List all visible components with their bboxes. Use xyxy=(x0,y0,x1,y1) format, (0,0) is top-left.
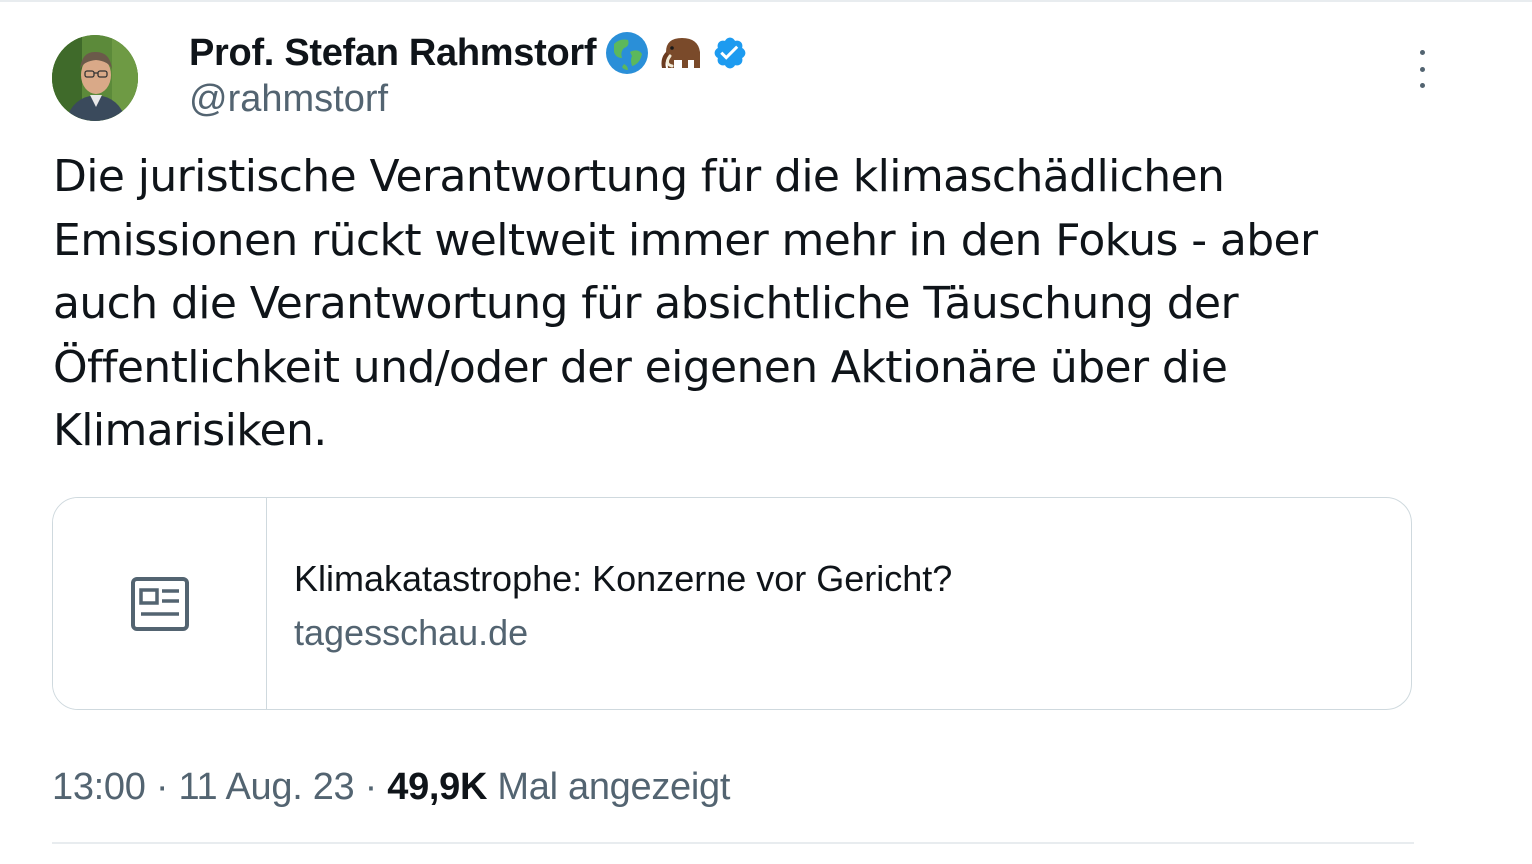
tweet-date[interactable]: 11 Aug. 23 xyxy=(178,766,354,808)
author-handle[interactable]: @rahmstorf xyxy=(189,78,388,121)
mammoth-icon xyxy=(658,30,704,76)
views-count: 49,9K xyxy=(387,766,488,808)
views-label: Mal angezeigt xyxy=(487,766,731,808)
avatar[interactable] xyxy=(52,35,138,121)
tweet-text-line: Die juristische Verantwortung für die kl… xyxy=(53,151,1225,202)
meta-separator: · xyxy=(145,766,179,808)
tweet-text: Die juristische Verantwortung für die kl… xyxy=(53,145,1453,463)
tweet-time[interactable]: 13:00 xyxy=(52,766,146,808)
more-dot xyxy=(1419,83,1425,88)
tweet-text-line: Klimarisiken. xyxy=(53,405,327,456)
tweet-text-line: Öffentlichkeit und/oder der eigenen Akti… xyxy=(53,341,1228,393)
avatar-image xyxy=(52,35,138,121)
more-options-icon[interactable] xyxy=(1404,50,1440,88)
author-name-row[interactable]: Prof. Stefan Rahmstorf xyxy=(189,28,748,78)
link-card-domain[interactable]: tagesschau.de xyxy=(294,604,952,662)
meta-separator: · xyxy=(354,766,388,808)
tweet-detail-page: Prof. Stefan Rahmstorf @rahmstorf Die ju… xyxy=(0,0,1532,864)
link-card-info: Klimakatastrophe: Konzerne vor Gericht? … xyxy=(267,498,952,709)
news-article-icon xyxy=(130,576,189,631)
bottom-divider xyxy=(52,842,1414,844)
more-dot xyxy=(1419,50,1425,55)
link-preview-card[interactable]: Klimakatastrophe: Konzerne vor Gericht? … xyxy=(52,497,1412,710)
tweet-text-line: Emissionen rückt weltweit immer mehr in … xyxy=(53,214,1318,266)
link-card-thumbnail xyxy=(53,498,267,709)
more-dot xyxy=(1419,66,1425,72)
verified-badge-icon[interactable] xyxy=(712,35,748,71)
globe-icon xyxy=(604,30,650,76)
author-display-name[interactable]: Prof. Stefan Rahmstorf xyxy=(189,32,597,75)
link-card-title[interactable]: Klimakatastrophe: Konzerne vor Gericht? xyxy=(294,554,952,604)
tweet-meta: 13:00 · 11 Aug. 23 · 49,9K Mal angezeigt xyxy=(52,766,730,809)
tweet-text-line: auch die Verantwortung für absichtliche … xyxy=(53,278,1239,329)
top-divider xyxy=(0,0,1532,2)
